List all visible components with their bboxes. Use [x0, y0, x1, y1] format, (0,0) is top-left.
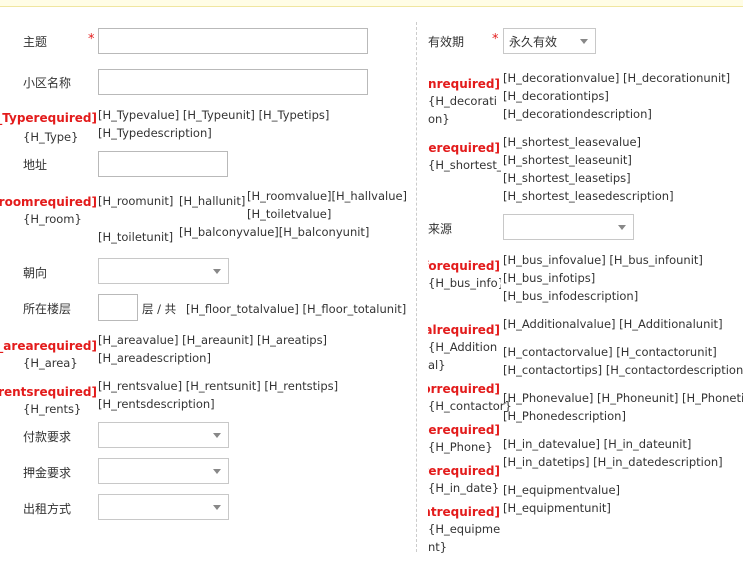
- decoration-required-label: [H_decorationrequired]: [428, 77, 500, 91]
- community-input[interactable]: [98, 69, 368, 95]
- area-placeholder: {H_area}: [23, 356, 78, 370]
- orientation-label: 朝向: [23, 266, 48, 280]
- phone-placeholder: {H_Phone}: [428, 440, 493, 454]
- rents-required-label: [H_rentsrequired]: [0, 385, 97, 399]
- rental-select[interactable]: [98, 494, 229, 520]
- chevron-down-icon: [213, 269, 221, 274]
- shortest-lease-unit: [H_shortest_leaseunit]: [503, 153, 632, 167]
- shortest-lease-placeholder: {H_shortest_lease}: [428, 158, 501, 172]
- additional-required-label: [H_Additionalrequired]: [428, 323, 500, 337]
- type-required-label: [H_Typerequired]: [0, 111, 97, 125]
- chevron-down-icon: [213, 433, 221, 438]
- area-description: [H_areadescription]: [98, 351, 211, 365]
- bus-info-fields: [H_bus_infovalue] [H_bus_infounit]: [503, 253, 703, 267]
- phone-description: [H_Phonedescription]: [503, 409, 626, 423]
- room-placeholder: {H_room}: [23, 212, 82, 226]
- phone-fields: [H_Phonevalue] [H_Phoneunit] [H_Phonetip…: [503, 391, 743, 405]
- community-label: 小区名称: [23, 76, 72, 90]
- floor-label: 所在楼层: [23, 302, 72, 316]
- chevron-down-icon: [213, 469, 221, 474]
- source-label: 来源: [428, 222, 453, 236]
- deposit-label: 押金要求: [23, 466, 72, 480]
- hall-unit: [H_hallunit]: [179, 194, 246, 208]
- decoration-placeholder: {H_decoration}: [428, 94, 497, 126]
- area-required-label: [H_arearequired]: [0, 339, 97, 353]
- address-input[interactable]: [98, 151, 228, 177]
- top-notice-bar: [0, 0, 743, 7]
- room-hall-value: [H_roomvalue][H_hallvalue]: [247, 189, 408, 203]
- floor-separator: 层 / 共: [142, 302, 177, 316]
- address-label: 地址: [23, 158, 48, 172]
- toilet-value: [H_toiletvalue]: [247, 207, 332, 221]
- source-select[interactable]: [503, 214, 634, 240]
- bus-info-tips: [H_bus_infotips]: [503, 271, 596, 285]
- type-description: [H_Typedescription]: [98, 126, 212, 140]
- balcony-fields: [H_balconyvalue][H_balconyunit]: [179, 225, 370, 239]
- contactor-required-label: [H_contactorrequired]: [428, 382, 500, 396]
- contactor-placeholder: {H_contactor}: [428, 399, 512, 413]
- floor-total-fields: [H_floor_totalvalue] [H_floor_totalunit]: [186, 302, 407, 316]
- chevron-down-icon: [618, 225, 626, 230]
- additional-fields: [H_Additionalvalue] [H_Additionalunit]: [503, 317, 723, 331]
- shortest-lease-value: [H_shortest_leasevalue]: [503, 135, 642, 149]
- area-fields: [H_areavalue] [H_areaunit] [H_areatips]: [98, 333, 328, 347]
- type-placeholder: {H_Type}: [23, 130, 79, 144]
- shortest-lease-description: [H_shortest_leasedescription]: [503, 189, 674, 203]
- validity-select[interactable]: 永久有效: [503, 28, 596, 54]
- in-date-fields: [H_in_datevalue] [H_in_dateunit]: [503, 437, 692, 451]
- rents-fields: [H_rentsvalue] [H_rentsunit] [H_rentstip…: [98, 379, 339, 393]
- bus-info-required-label: [H_bus_inforequired]: [428, 259, 500, 273]
- decoration-tips: [H_decorationtips]: [503, 89, 609, 103]
- floor-input[interactable]: [98, 294, 138, 321]
- equipment-value: [H_equipmentvalue]: [503, 483, 621, 497]
- subject-input[interactable]: [98, 28, 368, 54]
- equipment-required-label: [H_equipmentrequired]: [428, 505, 500, 519]
- chevron-down-icon: [213, 505, 221, 510]
- validity-label: 有效期: [428, 35, 465, 49]
- rental-label: 出租方式: [23, 502, 72, 516]
- orientation-select[interactable]: [98, 258, 229, 284]
- equipment-placeholder: {H_equipment}: [428, 522, 501, 554]
- room-unit: [H_roomunit]: [98, 194, 174, 208]
- in-date-required-label: [H_in_daterequired]: [428, 464, 500, 478]
- shortest-lease-required-label: [H_shortest_leaserequired]: [428, 141, 500, 155]
- in-date-placeholder: {H_in_date}: [428, 481, 500, 495]
- in-date-tips: [H_in_datetips] [H_in_datedescription]: [503, 455, 723, 469]
- phone-required-label: [H_Phonerequired]: [428, 423, 500, 437]
- additional-placeholder: {H_Additional}: [428, 340, 498, 372]
- toilet-unit: [H_toiletunit]: [98, 230, 174, 244]
- payment-select[interactable]: [98, 422, 229, 448]
- subject-label: 主题: [23, 35, 48, 49]
- required-star: *: [492, 32, 499, 47]
- room-required-label: [H_roomrequired]: [0, 195, 97, 209]
- deposit-select[interactable]: [98, 458, 229, 484]
- required-star: *: [88, 32, 95, 47]
- chevron-down-icon: [580, 39, 588, 44]
- decoration-fields: [H_decorationvalue] [H_decorationunit]: [503, 71, 731, 85]
- contactor-fields: [H_contactorvalue] [H_contactorunit]: [503, 345, 717, 359]
- type-fields: [H_Typevalue] [H_Typeunit] [H_Typetips]: [98, 108, 330, 122]
- column-divider: [416, 22, 417, 552]
- bus-info-placeholder: {H_bus_info}: [428, 276, 501, 290]
- contactor-tips: [H_contactortips] [H_contactordescriptio…: [503, 363, 743, 377]
- shortest-lease-tips: [H_shortest_leasetips]: [503, 171, 631, 185]
- bus-info-description: [H_bus_infodescription]: [503, 289, 639, 303]
- validity-value: 永久有效: [509, 35, 558, 49]
- rents-description: [H_rentsdescription]: [98, 397, 215, 411]
- decoration-description: [H_decorationdescription]: [503, 107, 652, 121]
- rents-placeholder: {H_rents}: [23, 402, 82, 416]
- payment-label: 付款要求: [23, 430, 72, 444]
- equipment-unit: [H_equipmentunit]: [503, 501, 611, 515]
